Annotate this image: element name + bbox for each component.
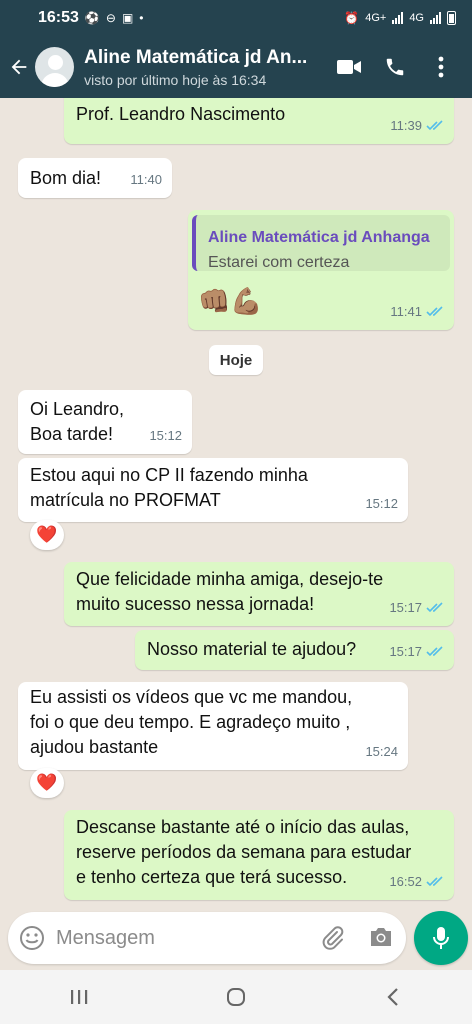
message-bubble[interactable]: Aline Matemática jd Anhanga Estarei com … bbox=[188, 210, 454, 330]
video-call-icon bbox=[337, 60, 361, 74]
message-text: Eu assisti os vídeos que vc me mandou, f… bbox=[30, 687, 353, 757]
video-call-button[interactable] bbox=[326, 44, 372, 90]
reaction-heart[interactable]: ❤️ bbox=[30, 520, 64, 550]
message-bubble[interactable]: Bom dia! 11:40 bbox=[18, 158, 172, 198]
alarm-icon: ⏰ bbox=[344, 11, 360, 25]
message-bubble[interactable]: Estou aqui no CP II fazendo minha matríc… bbox=[18, 458, 408, 522]
heart-icon: ❤️ bbox=[36, 525, 58, 544]
emoji-icon bbox=[20, 926, 44, 950]
battery-icon bbox=[447, 11, 456, 25]
phone-call-button[interactable] bbox=[372, 44, 418, 90]
message-bubble[interactable]: Descanse bastante até o início das aulas… bbox=[64, 810, 454, 900]
message-text: Que felicidade minha amiga, desejo-te mu… bbox=[76, 569, 384, 614]
message-text: Descanse bastante até o início das aulas… bbox=[76, 817, 412, 887]
message-text: Nosso material te ajudou? bbox=[147, 639, 357, 659]
network-type-1: 4G+ bbox=[365, 12, 387, 24]
microphone-icon bbox=[433, 927, 449, 949]
contact-name: Aline Matemática jd An... bbox=[84, 46, 308, 68]
message-bubble[interactable]: Oi Leandro, Boa tarde! 15:12 bbox=[18, 390, 192, 454]
chevron-left-icon bbox=[387, 988, 399, 1006]
reaction-heart[interactable]: ❤️ bbox=[30, 768, 64, 798]
message-time: 11:39 bbox=[390, 118, 422, 133]
chat-header: Aline Matemática jd An... visto por últi… bbox=[0, 36, 472, 98]
read-ticks-icon bbox=[426, 306, 443, 317]
signal-icon bbox=[392, 12, 404, 24]
recent-apps-button[interactable] bbox=[49, 970, 109, 1024]
message-time: 15:12 bbox=[365, 496, 398, 511]
contact-info[interactable]: Aline Matemática jd An... visto por últi… bbox=[84, 47, 326, 88]
chat-area[interactable]: Prof. Leandro Nascimento 11:39 Bom dia! … bbox=[0, 98, 472, 970]
emoji-button[interactable] bbox=[18, 924, 46, 957]
dot-icon: • bbox=[139, 11, 144, 25]
more-options-button[interactable] bbox=[418, 44, 464, 90]
message-text: Prof. Leandro Nascimento bbox=[76, 104, 286, 124]
heart-icon: ❤️ bbox=[36, 773, 58, 792]
compose-bar: Mensagem bbox=[0, 908, 472, 970]
network-type-2: 4G bbox=[409, 12, 424, 24]
quoted-author: Aline Matemática jd Anhanga bbox=[208, 229, 430, 246]
message-bubble[interactable]: Que felicidade minha amiga, desejo-te mu… bbox=[64, 562, 454, 626]
phone-icon bbox=[386, 58, 404, 76]
message-bubble[interactable]: Prof. Leandro Nascimento 11:39 bbox=[64, 98, 454, 144]
last-seen: visto por último hoje às 16:34 bbox=[84, 71, 267, 88]
message-text: Bom dia! bbox=[30, 168, 102, 188]
quoted-message[interactable]: Aline Matemática jd Anhanga Estarei com … bbox=[192, 215, 450, 271]
attach-button[interactable] bbox=[320, 925, 346, 956]
mic-button[interactable] bbox=[414, 911, 468, 965]
back-button[interactable] bbox=[2, 36, 35, 98]
date-divider: Hoje bbox=[209, 345, 263, 375]
message-time: 15:24 bbox=[365, 744, 398, 759]
back-nav-button[interactable] bbox=[363, 970, 423, 1024]
avatar[interactable] bbox=[35, 47, 75, 87]
message-time: 11:41 bbox=[390, 304, 422, 319]
message-input[interactable]: Mensagem bbox=[8, 912, 406, 964]
status-time: 16:53 bbox=[38, 9, 79, 26]
message-text: Oi Leandro, Boa tarde! bbox=[30, 399, 125, 444]
home-button[interactable] bbox=[206, 970, 266, 1024]
do-not-disturb-icon: ⊖ bbox=[105, 11, 116, 25]
camera-button[interactable] bbox=[368, 925, 394, 954]
input-placeholder: Mensagem bbox=[56, 927, 155, 949]
message-emoji: 👊🏽💪🏽 bbox=[198, 286, 263, 316]
message-time: 11:40 bbox=[130, 172, 162, 187]
signal-icon-2 bbox=[430, 12, 441, 24]
message-text: Estou aqui no CP II fazendo minha matríc… bbox=[30, 465, 308, 510]
system-nav-bar bbox=[0, 970, 472, 1024]
read-ticks-icon bbox=[426, 602, 443, 613]
message-time: 15:12 bbox=[149, 428, 182, 443]
home-icon bbox=[226, 988, 245, 1006]
read-ticks-icon bbox=[426, 120, 443, 131]
read-ticks-icon bbox=[426, 646, 443, 657]
soccer-ball-icon: ⚽ bbox=[84, 11, 100, 25]
message-bubble[interactable]: Nosso material te ajudou? 15:17 bbox=[135, 630, 454, 670]
status-bar: 16:53 ⚽ ⊖ ▣ • ⏰ 4G+ 4G bbox=[0, 0, 472, 36]
message-time: 16:52 bbox=[389, 874, 422, 889]
news-icon: ▣ bbox=[121, 11, 134, 25]
paperclip-icon bbox=[322, 926, 344, 950]
message-time: 15:17 bbox=[389, 600, 422, 615]
camera-icon bbox=[371, 928, 391, 946]
message-bubble[interactable]: Eu assisti os vídeos que vc me mandou, f… bbox=[18, 682, 408, 770]
read-ticks-icon bbox=[426, 876, 443, 887]
recent-apps-icon bbox=[70, 990, 87, 1004]
arrow-left-icon bbox=[11, 59, 26, 75]
quoted-text: Estarei com certeza bbox=[208, 254, 350, 271]
message-time: 15:17 bbox=[389, 644, 422, 659]
more-vert-icon bbox=[438, 56, 444, 78]
